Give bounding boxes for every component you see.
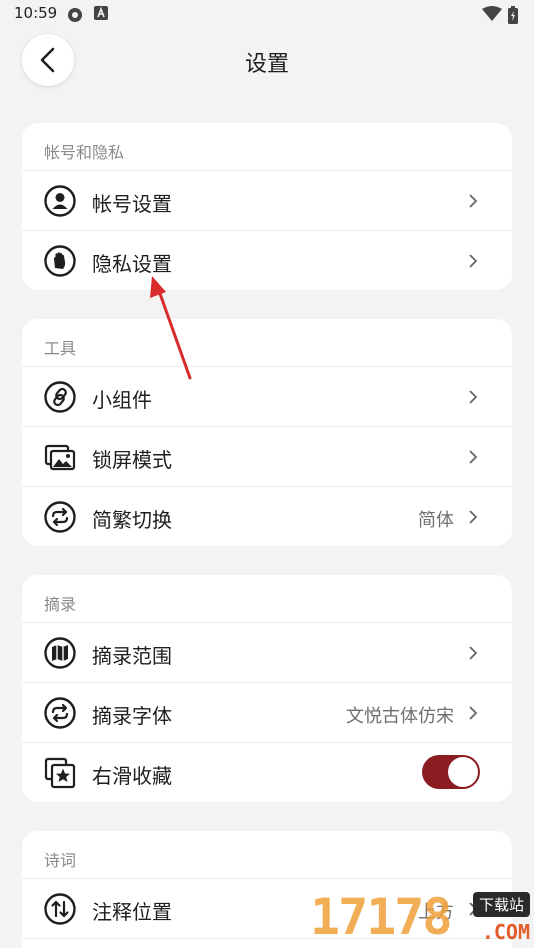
row-label: 小组件	[92, 388, 152, 412]
row-label: 帐号设置	[92, 192, 172, 216]
lock-screen-row[interactable]: 锁屏模式	[22, 427, 512, 487]
page-title: 设置	[244, 52, 289, 77]
chevron-right-icon	[469, 646, 478, 660]
row-value: 文悦古体仿宋	[346, 706, 454, 727]
chevron-right-icon	[469, 510, 478, 524]
hand-stop-icon	[44, 245, 76, 277]
privacy-settings-row[interactable]: 隐私设置	[22, 231, 512, 290]
swap-circle-icon	[44, 697, 76, 729]
account-privacy-card: 帐号和隐私 帐号设置 隐私设置	[22, 123, 512, 290]
row-label: 右滑收藏	[92, 764, 172, 788]
settings-notification-icon	[68, 8, 82, 22]
traditional-simplified-row[interactable]: 简繁切换 简体	[22, 487, 512, 546]
row-label: 隐私设置	[92, 252, 172, 276]
site-watermark: 17178 下载站 .COM	[310, 888, 534, 948]
header: 设置	[0, 30, 534, 92]
swipe-favorite-toggle[interactable]	[422, 755, 480, 789]
section-title-excerpt: 摘录	[22, 575, 512, 623]
section-title-tools: 工具	[22, 319, 512, 367]
status-bar: 10:59	[0, 0, 534, 30]
section-title-account: 帐号和隐私	[22, 123, 512, 171]
row-label: 摘录范围	[92, 644, 172, 668]
row-label: 锁屏模式	[92, 448, 172, 472]
watermark-number: 17178	[310, 888, 453, 946]
user-circle-icon	[44, 185, 76, 217]
row-label: 注释位置	[92, 900, 172, 924]
watermark-suffix: .COM	[481, 920, 530, 944]
chevron-right-icon	[469, 390, 478, 404]
a-notification-icon	[94, 6, 108, 20]
image-stack-icon	[44, 444, 76, 471]
excerpt-card: 摘录 摘录范围 摘录字体 文悦古体仿宋 右滑收藏	[22, 575, 512, 802]
chevron-right-icon	[469, 450, 478, 464]
row-value: 简体	[418, 510, 454, 531]
star-square-icon	[44, 757, 76, 789]
chevron-right-icon	[469, 194, 478, 208]
row-label: 摘录字体	[92, 704, 172, 728]
map-icon	[44, 637, 76, 669]
watermark-badge: 下载站	[472, 892, 530, 917]
excerpt-range-row[interactable]: 摘录范围	[22, 623, 512, 683]
excerpt-font-row[interactable]: 摘录字体 文悦古体仿宋	[22, 683, 512, 743]
widget-row[interactable]: 小组件	[22, 367, 512, 427]
chevron-right-icon	[469, 254, 478, 268]
swipe-favorite-row: 右滑收藏	[22, 743, 512, 802]
wifi-icon	[482, 6, 502, 21]
section-title-poetry: 诗词	[22, 831, 512, 879]
swap-circle-icon	[44, 501, 76, 533]
account-settings-row[interactable]: 帐号设置	[22, 171, 512, 231]
status-time: 10:59	[14, 4, 58, 22]
row-label: 简繁切换	[92, 508, 172, 532]
tools-card: 工具 小组件 锁屏模式 简繁切换 简体	[22, 319, 512, 546]
toggle-knob	[448, 757, 478, 787]
battery-icon	[508, 6, 518, 24]
up-down-circle-icon	[44, 893, 76, 925]
link-icon	[44, 381, 76, 413]
chevron-right-icon	[469, 706, 478, 720]
